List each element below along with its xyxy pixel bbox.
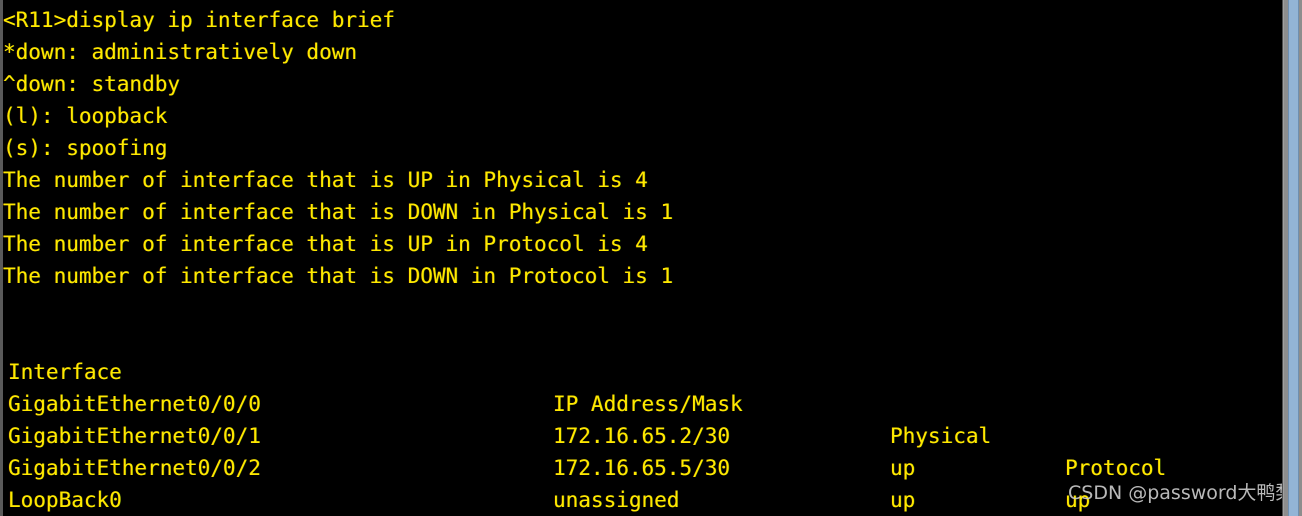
table-row: GigabitEthernet0/0/1 172.16.65.5/30 up u… <box>3 388 915 512</box>
table-cell-physical: up <box>890 488 916 512</box>
scrollbar-thumb[interactable] <box>1288 0 1299 516</box>
terminal-legend-admin-down: *down: administratively down <box>3 40 358 64</box>
table-row: GigabitEthernet0/0/0 172.16.65.2/30 up u… <box>3 356 1090 512</box>
terminal-prompt-line: <R11>display ip interface brief <box>3 8 395 32</box>
scrollbar-track[interactable] <box>1284 0 1302 516</box>
terminal-summary-up-protocol: The number of interface that is UP in Pr… <box>3 232 648 256</box>
terminal-window: <R11>display ip interface brief *down: a… <box>0 0 1302 516</box>
table-cell-physical: up <box>890 456 916 480</box>
table-row: NULL0 unassigned up up(s) <box>3 484 79 516</box>
table-cell-ip-address: unassigned <box>553 488 680 512</box>
table-cell-ip-address: 172.16.65.5/30 <box>553 456 731 480</box>
table-header-ip-address-mask: IP Address/Mask <box>553 392 743 416</box>
vertical-scrollbar[interactable] <box>1282 0 1302 516</box>
table-cell-ip-address: 172.16.65.2/30 <box>553 424 731 448</box>
table-cell-protocol: up <box>1065 488 1091 512</box>
terminal-legend-loopback: (l): loopback <box>3 104 168 128</box>
table-header-physical: Physical <box>890 424 992 448</box>
terminal-summary-down-physical: The number of interface that is DOWN in … <box>3 200 674 224</box>
terminal-output-area[interactable]: <R11>display ip interface brief *down: a… <box>3 0 1282 516</box>
table-row: GigabitEthernet0/0/2 unassigned down dow… <box>3 420 679 512</box>
terminal-legend-standby: ^down: standby <box>3 72 181 96</box>
terminal-summary-down-protocol: The number of interface that is DOWN in … <box>3 264 674 288</box>
table-header-protocol: Protocol <box>1065 456 1167 480</box>
table-header-row: Interface IP Address/Mask Physical Proto… <box>3 324 1166 480</box>
table-row: LoopBack0 172.16.131.11/24 up up(s) <box>3 452 122 512</box>
terminal-legend-spoofing: (s): spoofing <box>3 136 168 160</box>
terminal-summary-up-physical: The number of interface that is UP in Ph… <box>3 168 648 192</box>
